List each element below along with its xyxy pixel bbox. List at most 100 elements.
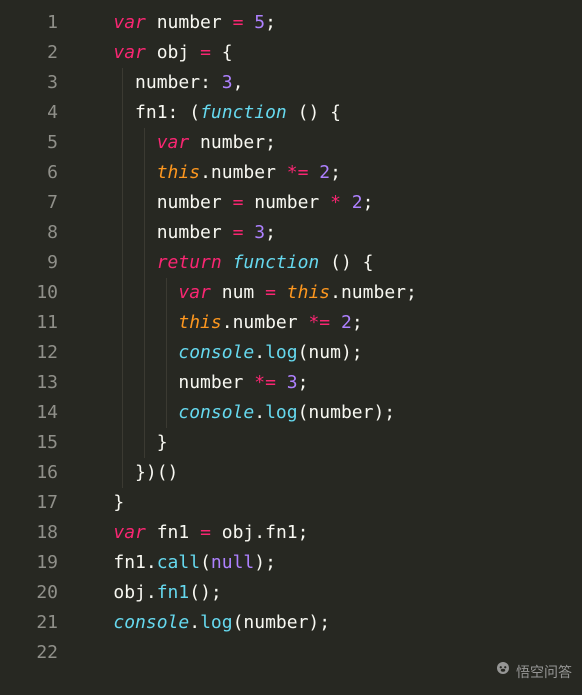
code-line[interactable]: var obj = { <box>70 38 582 68</box>
code-text: } <box>70 492 124 513</box>
monkey-icon <box>494 657 512 687</box>
code-line[interactable]: var number = 5; <box>70 8 582 38</box>
code-line[interactable]: console.log(num); <box>70 338 582 368</box>
indent-guide <box>122 398 123 428</box>
line-number: 2 <box>0 38 58 68</box>
code-text: } <box>70 432 168 453</box>
code-text: obj.fn1(); <box>70 582 222 603</box>
indent-guide <box>144 158 145 188</box>
line-number: 20 <box>0 578 58 608</box>
indent-guide <box>122 458 123 488</box>
code-line[interactable]: })() <box>70 458 582 488</box>
line-number: 6 <box>0 158 58 188</box>
code-text: number = 3; <box>70 222 276 243</box>
line-number: 18 <box>0 518 58 548</box>
line-number: 11 <box>0 308 58 338</box>
indent-guide <box>122 308 123 338</box>
indent-guide <box>144 338 145 368</box>
line-number: 10 <box>0 278 58 308</box>
code-line[interactable]: number = 3; <box>70 218 582 248</box>
line-number: 1 <box>0 8 58 38</box>
line-number: 9 <box>0 248 58 278</box>
code-line[interactable]: fn1.call(null); <box>70 548 582 578</box>
indent-guide <box>122 278 123 308</box>
indent-guide <box>144 308 145 338</box>
line-number: 22 <box>0 638 58 668</box>
indent-guide <box>144 188 145 218</box>
line-number: 19 <box>0 548 58 578</box>
line-number: 3 <box>0 68 58 98</box>
code-line[interactable]: this.number *= 2; <box>70 308 582 338</box>
indent-guide <box>122 338 123 368</box>
indent-guide <box>144 428 145 458</box>
code-line[interactable]: number: 3, <box>70 68 582 98</box>
line-number: 21 <box>0 608 58 638</box>
watermark: 悟空问答 <box>494 657 572 687</box>
code-text: fn1: (function () { <box>70 102 341 123</box>
indent-guide <box>144 128 145 158</box>
code-line[interactable]: var fn1 = obj.fn1; <box>70 518 582 548</box>
code-text: return function () { <box>70 252 373 273</box>
code-text: number *= 3; <box>70 372 308 393</box>
code-text: this.number *= 2; <box>70 162 341 183</box>
indent-guide <box>166 338 167 368</box>
code-line[interactable]: this.number *= 2; <box>70 158 582 188</box>
indent-guide <box>144 248 145 278</box>
line-number: 12 <box>0 338 58 368</box>
line-number: 8 <box>0 218 58 248</box>
code-line[interactable]: obj.fn1(); <box>70 578 582 608</box>
indent-guide <box>122 98 123 128</box>
indent-guide <box>122 158 123 188</box>
code-line[interactable]: fn1: (function () { <box>70 98 582 128</box>
code-area[interactable]: var number = 5; var obj = { number: 3, f… <box>70 0 582 695</box>
code-text: fn1.call(null); <box>70 552 276 573</box>
indent-guide <box>166 278 167 308</box>
line-number-gutter: 12345678910111213141516171819202122 <box>0 0 70 695</box>
code-line[interactable]: console.log(number); <box>70 608 582 638</box>
code-text: console.log(number); <box>70 402 395 423</box>
code-line[interactable]: } <box>70 488 582 518</box>
indent-guide <box>144 368 145 398</box>
code-text: number = number * 2; <box>70 192 373 213</box>
code-line[interactable]: number *= 3; <box>70 368 582 398</box>
line-number: 13 <box>0 368 58 398</box>
code-line[interactable]: console.log(number); <box>70 398 582 428</box>
indent-guide <box>122 248 123 278</box>
indent-guide <box>166 398 167 428</box>
indent-guide <box>166 308 167 338</box>
line-number: 7 <box>0 188 58 218</box>
code-text: console.log(number); <box>70 612 330 633</box>
indent-guide <box>122 368 123 398</box>
code-text: console.log(num); <box>70 342 363 363</box>
code-text: number: 3, <box>70 72 243 93</box>
code-text: var number = 5; <box>70 12 276 33</box>
code-line[interactable]: var num = this.number; <box>70 278 582 308</box>
indent-guide <box>144 398 145 428</box>
line-number: 16 <box>0 458 58 488</box>
line-number: 15 <box>0 428 58 458</box>
watermark-text: 悟空问答 <box>516 657 572 687</box>
code-line[interactable]: return function () { <box>70 248 582 278</box>
line-number: 17 <box>0 488 58 518</box>
code-text: })() <box>70 462 178 483</box>
code-line[interactable]: number = number * 2; <box>70 188 582 218</box>
code-line[interactable]: } <box>70 428 582 458</box>
code-text: var obj = { <box>70 42 233 63</box>
code-text: var number; <box>70 132 276 153</box>
indent-guide <box>122 428 123 458</box>
line-number: 5 <box>0 128 58 158</box>
code-editor[interactable]: 12345678910111213141516171819202122 var … <box>0 0 582 695</box>
code-text <box>70 642 113 663</box>
line-number: 14 <box>0 398 58 428</box>
indent-guide <box>144 278 145 308</box>
indent-guide <box>144 218 145 248</box>
code-line[interactable]: var number; <box>70 128 582 158</box>
code-text: this.number *= 2; <box>70 312 363 333</box>
indent-guide <box>122 128 123 158</box>
indent-guide <box>122 218 123 248</box>
indent-guide <box>122 68 123 98</box>
line-number: 4 <box>0 98 58 128</box>
code-text: var fn1 = obj.fn1; <box>70 522 308 543</box>
indent-guide <box>166 368 167 398</box>
indent-guide <box>122 188 123 218</box>
